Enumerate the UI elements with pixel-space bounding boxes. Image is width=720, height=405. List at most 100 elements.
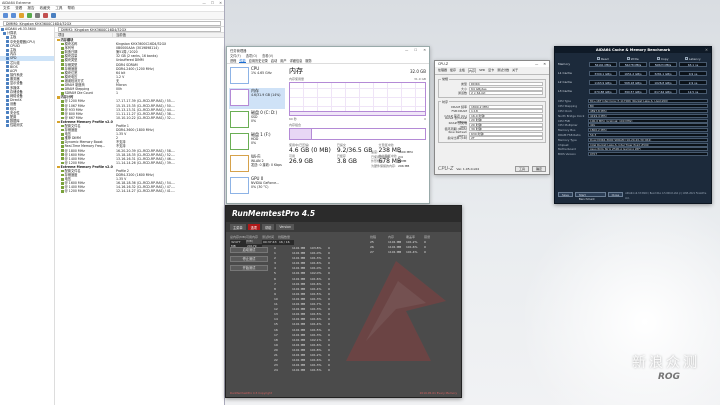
tm-stat-value: 3.8 GB — [336, 158, 358, 165]
tm-resource-card[interactable]: 磁盘 0 (C: D:) SSD 0% — [229, 110, 285, 131]
maximize-icon[interactable]: ☐ — [414, 48, 417, 52]
bios-update-icon[interactable] — [43, 13, 48, 18]
bench-button[interactable]: Save — [558, 192, 573, 197]
close-icon[interactable]: ✕ — [543, 62, 546, 66]
bench-info-row: BIOS Version 0707 — [558, 152, 708, 157]
bench-info-key: BIOS Version — [558, 152, 576, 157]
bench-result: 50823 MB/s — [649, 61, 677, 67]
bench-info-key: Motherboard — [558, 147, 576, 152]
minimize-icon[interactable]: — — [405, 48, 408, 52]
tree-node-icon — [6, 119, 9, 123]
report-icon[interactable] — [35, 13, 40, 18]
back-icon[interactable] — [3, 13, 8, 18]
rmt-tab[interactable]: Version — [276, 224, 295, 230]
close-icon[interactable]: ✕ — [705, 48, 708, 52]
tm-tab[interactable]: 详细信息 — [290, 58, 303, 63]
refresh-icon[interactable] — [27, 13, 32, 18]
tm-resource-card[interactable]: Wi-Fi WLAN 2 发送: 0 接收: 0 Kbps — [229, 154, 285, 175]
checkbox-icon[interactable] — [657, 57, 660, 60]
menu-item[interactable]: 文件 — [3, 6, 10, 11]
menu-item[interactable]: 工具 — [55, 6, 62, 11]
tm-resource-card[interactable]: GPU 0 NVIDIA GeForce... 0% (30 °C) — [229, 176, 285, 197]
bench-column-header[interactable]: Latency — [678, 57, 708, 61]
bench-column-header[interactable]: Read — [588, 57, 618, 61]
tm-tab[interactable]: 启动 — [271, 58, 277, 63]
cpuz-tab[interactable]: 测试分数 — [497, 68, 509, 73]
rmt-tab[interactable]: 主菜单 — [230, 224, 246, 230]
property-icon — [61, 55, 64, 58]
aida-toolbar — [0, 12, 224, 20]
cpuz-version: Ver. 1.95.0.x64 — [456, 167, 480, 171]
column-value[interactable]: 当前值 — [113, 33, 126, 37]
cpuz-tab[interactable]: 内存 — [468, 68, 477, 73]
rmt-status-head: 线程数量 — [278, 235, 291, 239]
bench-column-header[interactable]: Copy — [648, 57, 678, 61]
property-icon — [61, 137, 64, 140]
close-icon[interactable]: ✕ — [423, 48, 426, 52]
minimize-icon[interactable]: — — [535, 62, 538, 66]
menu-item[interactable]: 收藏夹 — [40, 6, 51, 11]
property-icon — [61, 75, 64, 79]
tree-node-icon — [6, 56, 9, 60]
tm-tab[interactable]: 服务 — [305, 58, 311, 63]
checkbox-icon[interactable] — [627, 57, 630, 60]
cpuz-tab[interactable]: 主板 — [459, 68, 465, 73]
cpuz-tools-button[interactable]: 工具 — [514, 166, 529, 172]
bench-column-header[interactable]: Write — [618, 57, 648, 61]
property-icon — [61, 116, 64, 120]
tm-card-text: 内存 4.6/31.9 GB (14%) — [251, 89, 281, 108]
minimize-icon[interactable]: — — [202, 1, 206, 5]
property-icon — [61, 46, 64, 50]
aida-device-field[interactable]: DIMM0: Kingston KHX3600C16D4/32GX — [3, 20, 221, 26]
tm-memory-header: 内存 — [289, 67, 303, 75]
tm-mini-graph — [230, 177, 249, 194]
rmt-button[interactable]: 开始测试 — [230, 265, 268, 271]
checkbox-icon[interactable] — [685, 57, 688, 60]
aida-device-field-2[interactable]: DIMM2: Kingston KHX3600C16D4/32GX — [58, 27, 221, 32]
tm-resource-card[interactable]: CPU 1% 4.65 GHz — [229, 66, 285, 87]
rmt-button[interactable]: 启动测试 — [230, 247, 268, 253]
menu-item[interactable]: 帮助 — [68, 6, 75, 11]
up-icon[interactable] — [19, 13, 24, 18]
tm-card-text: GPU 0 NVIDIA GeForce... 0% (30 °C) — [251, 177, 279, 196]
property-icon — [61, 190, 64, 193]
tm-tab[interactable]: 进程 — [230, 58, 236, 63]
tm-card-sub: 4.6/31.9 GB (14%) — [251, 93, 281, 97]
menu-item[interactable]: 报告 — [27, 6, 34, 11]
checkbox-icon[interactable] — [597, 57, 600, 60]
cpuz-tab[interactable]: 处理器 — [438, 68, 447, 73]
driver-update-icon[interactable] — [51, 13, 56, 18]
cpuz-tab[interactable]: 关于 — [512, 68, 518, 73]
rmt-tab[interactable]: 帮助 — [261, 224, 275, 230]
column-item[interactable]: 项目 — [55, 33, 113, 37]
tree-node-icon — [6, 94, 9, 98]
tm-card-text: 磁盘 0 (C: D:) SSD 0% — [251, 111, 277, 130]
bench-info-row: Memory Type Dual DDR4-3600 SDRAM (16-20-2… — [558, 137, 708, 142]
bench-button[interactable]: Close — [607, 192, 624, 197]
aida-tree: AIDA64 v6.33.5600 计算机 主板 中央处理器(CPU) CPUID 主板内… — [0, 27, 55, 405]
maximize-icon[interactable]: ☐ — [211, 1, 214, 5]
tree-node-icon — [6, 44, 9, 48]
bench-button[interactable]: Start Benchmark — [574, 192, 606, 201]
cpuz-ok-button[interactable]: 确定 — [531, 166, 546, 172]
tm-stat-value: 9.2/36.5 GB — [336, 147, 373, 154]
rmt-button[interactable]: 停止测试 — [230, 256, 268, 262]
forward-icon[interactable] — [11, 13, 16, 18]
menu-item[interactable]: 查看 — [15, 6, 22, 11]
tm-tab[interactable]: 用户 — [280, 58, 286, 63]
tm-resource-card[interactable]: 磁盘 1 (F:) HDD 0% — [229, 132, 285, 153]
cpuz-tab[interactable]: SPD — [479, 68, 485, 73]
detail-row[interactable]: @ 1200 MHz 12-14-14-27 (CL-RCD-RP-RAS) / … — [55, 189, 224, 193]
tm-tab[interactable]: 性能 — [239, 58, 246, 63]
tm-tab[interactable]: 应用历史记录 — [249, 58, 268, 63]
cpuz-tab[interactable]: 缓存 — [450, 68, 456, 73]
rmt-tab[interactable]: 选项 — [247, 224, 260, 230]
tree-node-icon — [6, 52, 9, 56]
tree-item[interactable]: 性能测试 — [0, 123, 54, 127]
bench-info-value: Dual DDR4-3600 SDRAM (16-20-20-39 CR2) — [588, 137, 708, 142]
close-icon[interactable]: ✕ — [219, 1, 222, 5]
bench-info-row: CPU Multiplier 49x — [558, 123, 708, 128]
tm-resource-card[interactable]: 内存 4.6/31.9 GB (14%) — [229, 88, 285, 109]
cpuz-tab[interactable]: 显卡 — [488, 68, 494, 73]
bench-result: 568.18 GB/s — [619, 79, 647, 85]
